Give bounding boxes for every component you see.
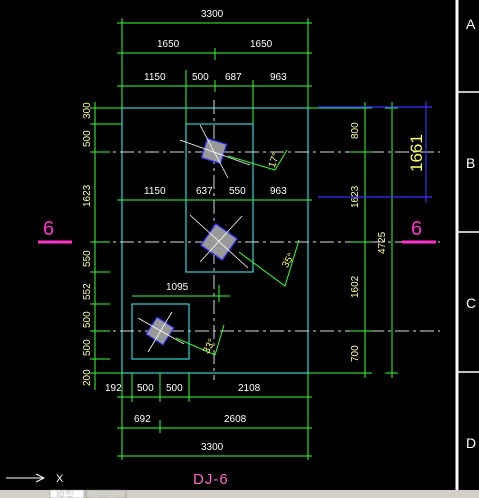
dim-left-1: 300 [82,102,93,119]
tab-layout1-label: 布局1 [90,489,113,498]
side-panel: A B C D [455,0,479,498]
dim-left-4: 550 [82,250,93,267]
row-label-a: A [466,16,476,32]
dim-bottom-r1-2: 500 [137,383,154,394]
dim-mid-1: 1150 [144,186,166,197]
dim-bottom-r2-2: 2608 [224,414,247,425]
angle-markers [175,149,300,356]
dim-top-r3-2: 500 [192,72,209,83]
section-mark-right: 6 [402,218,436,244]
row-label-d: D [466,435,476,451]
axis-x-label: X [56,473,64,485]
center-lines [95,100,440,380]
dim-top-r3-3: 687 [225,72,242,83]
dim-left-3: 1623 [82,184,93,207]
dim-highlight-1661: 1661 [407,134,426,172]
row-label-c: C [466,295,476,311]
dim-right-1: 800 [350,122,361,139]
dim-top-r3-1: 1150 [144,72,166,83]
dim-right-4: 700 [350,345,361,362]
ucs-axis-icon: X [6,473,64,485]
tab-model-label: 模型 [56,490,74,498]
column-3 [145,316,175,346]
dim-right-3: 1602 [350,275,361,298]
drawing-title: DJ-6 [193,471,229,488]
dim-right-overall: 4725 [377,231,388,254]
columns [137,124,251,353]
dim-bottom-r2-1: 692 [134,414,151,425]
dim-bottom-total: 3300 [201,442,224,453]
dim-top-total: 3300 [201,9,224,20]
dim-top-r3-4: 963 [270,72,287,83]
tab-model[interactable]: 模型 [49,489,85,498]
dim-mid-4: 963 [270,186,287,197]
section-mark-left: 6 [38,218,72,244]
dim-left-8: 200 [82,369,93,386]
dim-bottom-r1-4: 2108 [238,383,261,394]
dim-top-half-right: 1650 [250,39,273,50]
section-mark-left-label: 6 [43,218,54,240]
left-dimension-lines [90,102,122,390]
section-mark-right-label: 6 [411,218,422,240]
dim-left-5: 552 [82,283,93,300]
dim-bottom-r1-3: 500 [166,383,183,394]
dim-left-7: 500 [82,339,93,356]
dim-left-6: 500 [82,311,93,328]
dim-left-2: 500 [82,130,93,147]
dim-mid-2: 637 [196,186,213,197]
dim-mid-1095: 1095 [166,282,189,293]
layout-tabs: 模型 布局1 [0,489,479,498]
cad-drawing-canvas: A B C D 17° 35° 33° 3300 1650 1650 1150 … [0,0,479,498]
dim-mid-3: 550 [229,186,246,197]
dim-top-half-left: 1650 [157,39,180,50]
tab-layout1[interactable]: 布局1 [85,489,127,498]
dim-bottom-r1-1: 192 [105,383,122,394]
row-label-b: B [466,155,475,171]
angle-label-1: 17° [267,151,282,169]
